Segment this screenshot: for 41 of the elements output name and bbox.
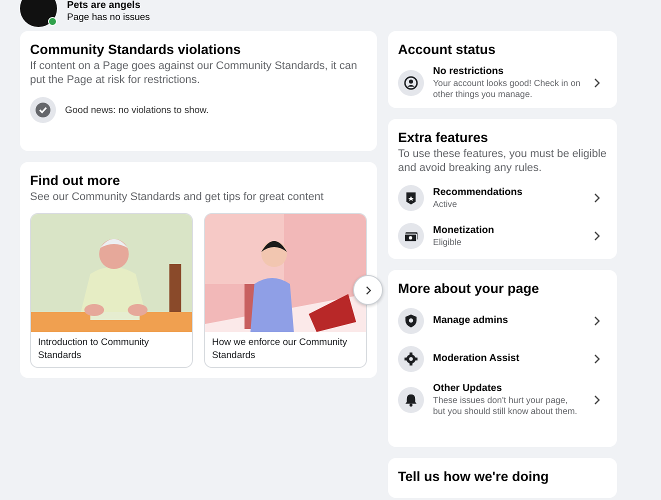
person-icon <box>398 70 424 96</box>
check-icon <box>30 97 56 123</box>
list-item[interactable]: Manage admins <box>398 307 607 335</box>
article-card[interactable]: Introduction to Community Standards <box>30 213 193 368</box>
gear-icon <box>398 346 424 372</box>
list-item[interactable]: Monetization Eligible <box>398 222 607 250</box>
item-title: Monetization <box>433 224 496 236</box>
page-name: Pets are angels <box>67 0 142 12</box>
list-item[interactable]: Moderation Assist <box>398 345 607 373</box>
item-title: Manage admins <box>433 315 510 327</box>
card-description: If content on a Page goes against our Community Standards, it can put the Page at risk for restrictions. <box>30 59 358 87</box>
card-title: Find out more <box>30 172 121 189</box>
article-card[interactable]: How we enforce our Community Standards <box>204 213 367 368</box>
item-subtitle: Your account looks good! Check in on other things you manage. <box>433 78 582 100</box>
item-subtitle: These issues don't hurt your page, but you should still know about them. <box>433 395 578 417</box>
item-subtitle: Active <box>433 198 458 210</box>
bell-icon <box>398 387 424 413</box>
item-title: Other Updates <box>433 383 503 395</box>
next-button[interactable] <box>353 275 383 305</box>
shield-icon <box>398 308 424 334</box>
article-caption: Introduction to Community Standards <box>37 336 150 362</box>
result-text: Good news: no violations to show. <box>65 104 209 116</box>
card-description: To use these features, you must be eligible and avoid breaking any rules. <box>398 147 607 175</box>
item-title: Recommendations <box>433 186 524 198</box>
card-title: Account status <box>398 41 497 58</box>
page-status: Page has no issues <box>67 12 150 24</box>
card-title: Community Standards violations <box>30 41 242 58</box>
item-title: Moderation Assist <box>433 353 520 365</box>
list-item[interactable]: No restrictions Your account looks good! Check in on other things you manage. <box>398 68 607 98</box>
item-title: No restrictions <box>433 66 505 78</box>
card-title: More about your page <box>398 280 540 297</box>
money-icon <box>398 223 424 249</box>
list-item[interactable]: Recommendations Active <box>398 184 607 212</box>
badge-icon <box>398 185 424 211</box>
card-subtitle: See our Community Standards and get tips for great content <box>30 190 324 204</box>
card-title: Tell us how we're doing <box>398 468 550 485</box>
list-item[interactable]: Other Updates These issues don't hurt your page, but you should still know about them. <box>398 383 607 417</box>
item-subtitle: Eligible <box>433 236 462 248</box>
avatar <box>20 0 57 27</box>
article-caption: How we enforce our Community Standards <box>211 336 348 362</box>
card-title: Extra features <box>398 129 490 146</box>
